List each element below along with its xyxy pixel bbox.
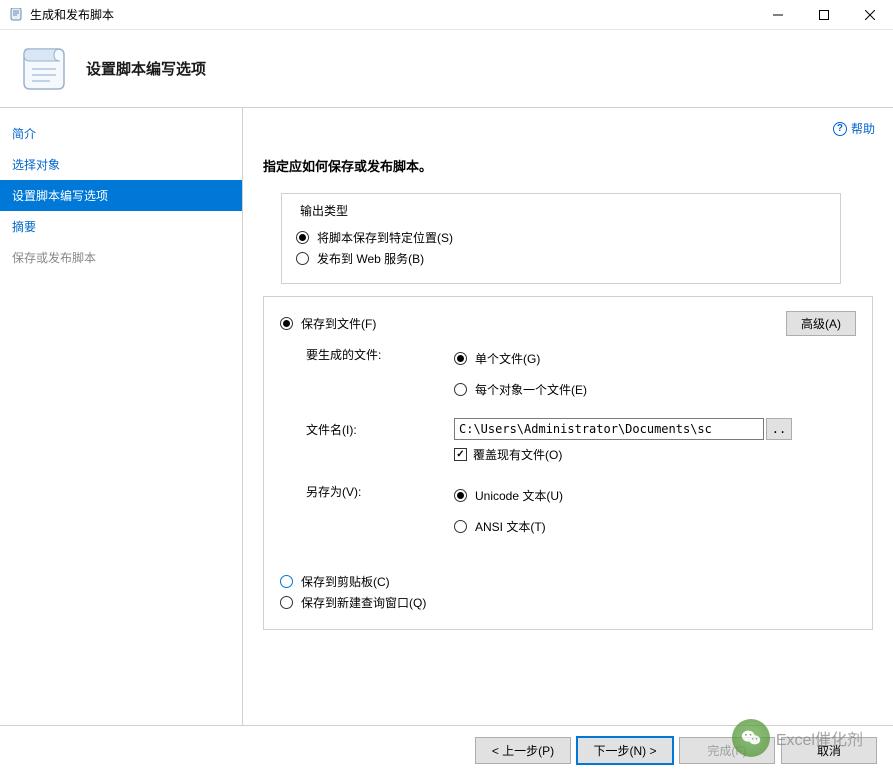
titlebar: 生成和发布脚本 [0,0,893,30]
browse-button[interactable]: .. [766,418,792,440]
radio-icon [454,489,467,502]
help-icon: ? [833,122,847,136]
app-icon [8,7,24,23]
filename-input[interactable] [454,418,764,440]
radio-icon [296,231,309,244]
radio-publish-web[interactable]: 发布到 Web 服务(B) [296,250,826,267]
script-icon [16,41,72,97]
overwrite-checkbox[interactable] [454,448,467,461]
prev-button[interactable]: < 上一步(P) [475,737,571,764]
radio-icon [280,575,293,588]
help-label: 帮助 [851,120,875,137]
radio-icon [280,596,293,609]
radio-label: 保存到文件(F) [301,315,376,332]
radio-icon [454,352,467,365]
filename-label: 文件名(I): [306,421,454,438]
radio-icon [296,252,309,265]
radio-unicode-text[interactable]: Unicode 文本(U) [454,487,563,504]
radio-label: 发布到 Web 服务(B) [317,250,424,267]
save-options-panel: 保存到文件(F) 高级(A) 要生成的文件: 单个文件(G) 每个对象一个文件(… [263,296,873,630]
help-link[interactable]: ? 帮助 [833,120,875,137]
close-button[interactable] [847,0,893,30]
wizard-header: 设置脚本编写选项 [0,30,893,108]
sidebar-item-intro[interactable]: 简介 [0,118,242,149]
files-to-generate-label: 要生成的文件: [306,346,454,363]
save-as-label: 另存为(V): [306,483,454,500]
output-type-group: 输出类型 将脚本保存到特定位置(S) 发布到 Web 服务(B) [281,193,841,284]
radio-label: ANSI 文本(T) [475,518,546,535]
next-button[interactable]: 下一步(N) > [577,737,673,764]
advanced-button[interactable]: 高级(A) [786,311,856,336]
radio-save-query-window[interactable]: 保存到新建查询窗口(Q) [280,594,856,611]
minimize-button[interactable] [755,0,801,30]
radio-label: Unicode 文本(U) [475,487,563,504]
radio-save-to-file[interactable]: 保存到文件(F) [280,315,376,332]
wizard-footer: < 上一步(P) 下一步(N) > 完成(F) 取消 [0,726,893,774]
radio-per-object-file[interactable]: 每个对象一个文件(E) [454,381,587,398]
radio-label: 单个文件(G) [475,350,540,367]
radio-icon [454,383,467,396]
radio-label: 将脚本保存到特定位置(S) [317,229,453,246]
maximize-button[interactable] [801,0,847,30]
window-title: 生成和发布脚本 [30,6,114,23]
sidebar: 简介 选择对象 设置脚本编写选项 摘要 保存或发布脚本 [0,108,243,725]
overwrite-label: 覆盖现有文件(O) [473,446,562,463]
radio-label: 每个对象一个文件(E) [475,381,587,398]
radio-save-location[interactable]: 将脚本保存到特定位置(S) [296,229,826,246]
content-area: ? 帮助 指定应如何保存或发布脚本。 输出类型 将脚本保存到特定位置(S) 发布… [243,108,893,725]
sidebar-item-save-publish: 保存或发布脚本 [0,242,242,273]
output-type-legend: 输出类型 [296,202,352,219]
radio-label: 保存到剪贴板(C) [301,573,390,590]
page-heading: 设置脚本编写选项 [86,58,206,79]
sidebar-item-select-objects[interactable]: 选择对象 [0,149,242,180]
sidebar-item-script-options[interactable]: 设置脚本编写选项 [0,180,242,211]
radio-icon [454,520,467,533]
finish-button: 完成(F) [679,737,775,764]
sidebar-item-summary[interactable]: 摘要 [0,211,242,242]
radio-label: 保存到新建查询窗口(Q) [301,594,426,611]
radio-icon [280,317,293,330]
instruction-text: 指定应如何保存或发布脚本。 [263,156,873,175]
radio-ansi-text[interactable]: ANSI 文本(T) [454,518,563,535]
radio-save-clipboard[interactable]: 保存到剪贴板(C) [280,573,856,590]
cancel-button[interactable]: 取消 [781,737,877,764]
window-controls [755,0,893,30]
wizard-body: 简介 选择对象 设置脚本编写选项 摘要 保存或发布脚本 ? 帮助 指定应如何保存… [0,108,893,726]
radio-single-file[interactable]: 单个文件(G) [454,350,587,367]
